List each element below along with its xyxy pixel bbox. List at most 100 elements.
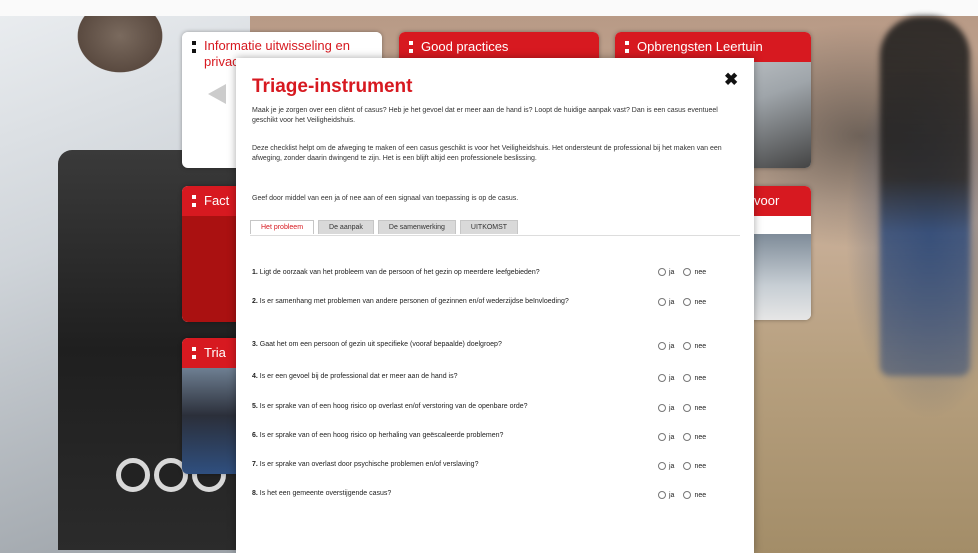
question-text: Is er sprake van overlast door psychisch…	[259, 461, 479, 468]
answer-group-7: ja nee	[658, 462, 706, 470]
answer-label: ja	[669, 342, 675, 350]
answer-label: nee	[694, 491, 707, 499]
tab-divider	[250, 235, 740, 236]
answer-yes[interactable]: ja	[658, 374, 674, 382]
question-number: 8.	[252, 490, 258, 497]
radio-button[interactable]	[683, 342, 692, 350]
answer-no[interactable]: nee	[683, 298, 706, 306]
question-4: 4. Is er een gevoel bij de professional …	[252, 372, 662, 382]
question-text: Is er samenhang met problemen van andere…	[259, 298, 569, 305]
question-text: Is er sprake van of een hoog risico op h…	[259, 432, 504, 439]
question-5: 5. Is er sprake van of een hoog risico o…	[252, 402, 662, 412]
tile-title: voor	[754, 193, 780, 208]
answer-yes[interactable]: ja	[658, 268, 674, 276]
radio-button[interactable]	[658, 404, 666, 412]
radio-button[interactable]	[683, 374, 692, 382]
question-number: 2.	[252, 298, 258, 305]
answer-label: ja	[669, 491, 675, 499]
answer-label: ja	[669, 462, 675, 470]
question-1: 1. Ligt de oorzaak van het probleem van …	[252, 268, 662, 278]
triage-modal: Triage-instrument ✖ Maak je je zorgen ov…	[236, 58, 754, 553]
radio-button[interactable]	[683, 491, 692, 499]
radio-button[interactable]	[683, 298, 692, 306]
question-text: Is er een gevoel bij de professional dat…	[259, 373, 458, 380]
tile-image	[182, 368, 242, 474]
tile-header: Tria	[182, 338, 242, 368]
page-top-strip	[0, 0, 978, 16]
tab-uitkomst[interactable]: UITKOMST	[459, 220, 519, 234]
radio-button[interactable]	[658, 342, 666, 350]
tile-title: Informatie uitwisseling en	[204, 38, 350, 53]
answer-yes[interactable]: ja	[658, 491, 674, 499]
answer-label: ja	[669, 374, 675, 382]
answer-no[interactable]: nee	[683, 374, 706, 382]
camera-knob	[116, 458, 150, 492]
answer-group-3: ja nee	[658, 342, 706, 350]
tab-de-samenwerking[interactable]: De samenwerking	[377, 220, 456, 234]
tile-header: Fact	[182, 186, 242, 216]
radio-button[interactable]	[658, 374, 666, 382]
question-number: 5.	[252, 403, 258, 410]
answer-label: nee	[694, 298, 707, 306]
answer-group-1: ja nee	[658, 268, 706, 276]
answer-no[interactable]: nee	[683, 268, 706, 276]
answer-yes[interactable]: ja	[658, 433, 674, 441]
intro-paragraph: Maak je je zorgen over een cliënt of cas…	[252, 107, 718, 124]
question-8: 8. Is het een gemeente overstijgende cas…	[252, 489, 662, 499]
question-2: 2. Is er samenhang met problemen van and…	[252, 297, 652, 307]
answer-no[interactable]: nee	[683, 404, 706, 412]
question-text: Ligt de oorzaak van het probleem van de …	[259, 269, 540, 276]
radio-button[interactable]	[658, 491, 666, 499]
close-icon[interactable]: ✖	[724, 70, 738, 90]
tile-title: Fact	[204, 193, 230, 208]
answer-label: ja	[669, 268, 675, 276]
tab-bar: Het probleem De aanpak De samenwerking U…	[250, 220, 519, 234]
answer-group-2: ja nee	[658, 298, 706, 306]
radio-button[interactable]	[658, 433, 666, 441]
radio-button[interactable]	[683, 433, 692, 441]
bullet-icon	[192, 41, 196, 53]
back-arrow-icon	[208, 84, 226, 104]
tab-het-probleem[interactable]: Het probleem	[250, 220, 315, 234]
answer-no[interactable]: nee	[683, 342, 706, 350]
tile-triage[interactable]: Tria	[182, 338, 242, 474]
bullet-icon	[625, 41, 629, 53]
answer-no[interactable]: nee	[683, 491, 706, 499]
answer-yes[interactable]: ja	[658, 462, 674, 470]
question-text: Is het een gemeente overstijgende casus?	[259, 490, 392, 497]
answer-group-4: ja nee	[658, 374, 706, 382]
bullet-icon	[192, 347, 196, 359]
intro-paragraph: Deze checklist helpt om de afweging te m…	[252, 145, 722, 162]
question-text: Gaat het om een persoon of gezin uit spe…	[259, 341, 502, 348]
answer-no[interactable]: nee	[683, 433, 706, 441]
tile-facts[interactable]: Fact	[182, 186, 242, 322]
question-3: 3. Gaat het om een persoon of gezin uit …	[252, 340, 662, 350]
tile-title: Tria	[204, 345, 226, 360]
answer-yes[interactable]: ja	[658, 298, 674, 306]
radio-button[interactable]	[683, 268, 692, 276]
radio-button[interactable]	[683, 462, 692, 470]
radio-button[interactable]	[658, 462, 666, 470]
answer-label: ja	[669, 298, 675, 306]
tab-de-aanpak[interactable]: De aanpak	[318, 220, 374, 234]
question-number: 6.	[252, 432, 258, 439]
answer-label: nee	[694, 462, 707, 470]
answer-yes[interactable]: ja	[658, 404, 674, 412]
answer-no[interactable]: nee	[683, 462, 706, 470]
answer-label: nee	[694, 268, 707, 276]
answer-label: nee	[694, 404, 707, 412]
answer-label: nee	[694, 374, 707, 382]
tile-image	[182, 216, 242, 322]
bullet-icon	[409, 41, 413, 53]
tile-title: privac	[204, 54, 239, 69]
answer-label: nee	[694, 433, 707, 441]
question-number: 7.	[252, 461, 258, 468]
modal-title: Triage-instrument	[252, 76, 413, 97]
radio-button[interactable]	[683, 404, 692, 412]
radio-button[interactable]	[658, 298, 666, 306]
answer-yes[interactable]: ja	[658, 342, 674, 350]
radio-button[interactable]	[658, 268, 666, 276]
answer-group-8: ja nee	[658, 491, 706, 499]
tile-title: Good practices	[421, 39, 509, 54]
background-runner	[880, 16, 970, 376]
